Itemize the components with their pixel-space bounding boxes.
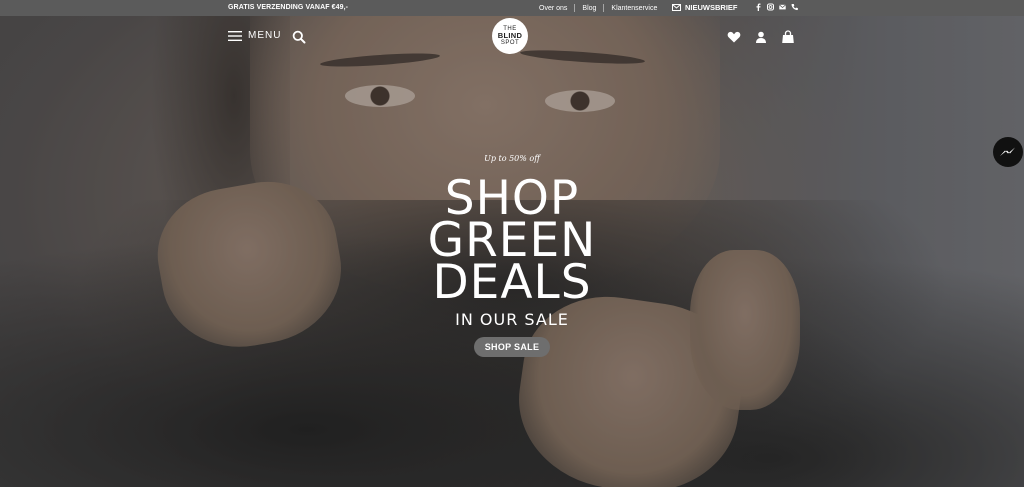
logo-line-2: BLIND xyxy=(497,31,523,41)
phone-icon[interactable] xyxy=(791,3,798,11)
menu-button[interactable]: MENU xyxy=(228,30,281,41)
hero-banner: Up to 50% off SHOP GREEN DEALS IN OUR SA… xyxy=(0,150,1024,357)
site-logo[interactable]: THE BLIND SPOT xyxy=(492,18,528,54)
hero-tagline: Up to 50% off xyxy=(484,154,540,163)
link-over-ons[interactable]: Over ons xyxy=(532,5,574,12)
social-links xyxy=(755,3,798,11)
search-icon[interactable] xyxy=(292,30,306,44)
logo-line-3: SPOT xyxy=(500,39,520,46)
envelope-icon xyxy=(672,4,681,11)
link-klantenservice[interactable]: Klantenservice xyxy=(604,5,664,12)
site-header: MENU THE BLIND SPOT xyxy=(0,16,1024,60)
headline-line-3: DEALS xyxy=(432,255,592,310)
newsletter-label: NIEUWSBRIEF xyxy=(685,3,738,12)
hero-headline: SHOP GREEN DEALS xyxy=(0,175,1024,310)
hero-subline: IN OUR SALE xyxy=(455,310,569,329)
top-links: Over ons Blog Klantenservice xyxy=(532,4,664,12)
wishlist-heart-icon[interactable] xyxy=(727,30,741,44)
cart-bag-icon[interactable] xyxy=(781,30,795,44)
menu-label: MENU xyxy=(248,30,282,41)
link-blog[interactable]: Blog xyxy=(575,5,603,12)
top-announcement-bar: GRATIS VERZENDING VANAF €49,- Over ons B… xyxy=(0,0,1024,16)
hamburger-icon xyxy=(228,30,242,41)
free-shipping-promo: GRATIS VERZENDING VANAF €49,- xyxy=(228,4,349,11)
account-user-icon[interactable] xyxy=(754,30,768,44)
facebook-icon[interactable] xyxy=(755,3,762,11)
instagram-icon[interactable] xyxy=(767,3,774,11)
shop-sale-button[interactable]: SHOP SALE xyxy=(473,337,551,357)
email-icon[interactable] xyxy=(779,3,786,11)
newsletter-link[interactable]: NIEUWSBRIEF xyxy=(672,3,738,12)
